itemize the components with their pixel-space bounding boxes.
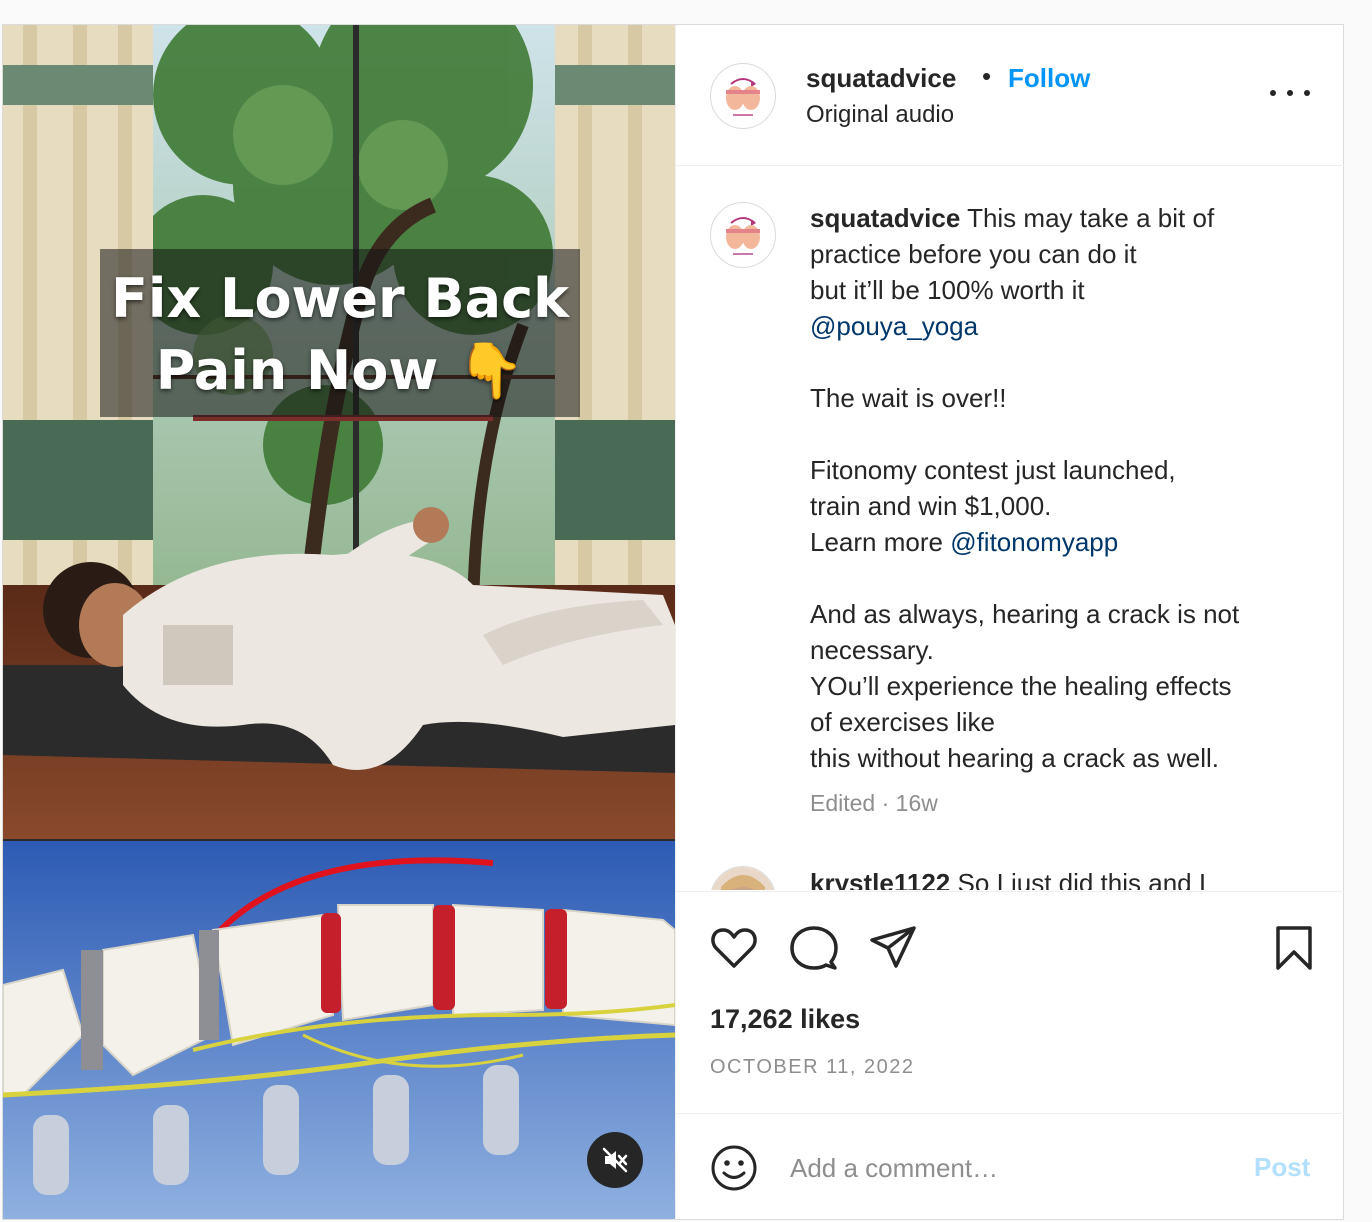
add-comment-bar: Post [676, 1113, 1344, 1220]
caption-line: And as always, hearing a crack is not [810, 599, 1240, 629]
caption-line: this without hearing a crack as well. [810, 743, 1219, 773]
caption-line: This may take a bit of [967, 203, 1215, 233]
more-options-icon[interactable] [1270, 81, 1310, 105]
bookmark-icon[interactable] [1268, 922, 1320, 974]
post-age[interactable]: 16w [896, 790, 938, 816]
post-side-panel: squatadvice • Follow Original audio squa… [675, 25, 1344, 1219]
audio-link[interactable]: Original audio [806, 101, 954, 129]
video-frame [3, 25, 675, 1219]
caption-line: train and win $1,000. [810, 491, 1052, 521]
post-header: squatadvice • Follow Original audio [676, 25, 1344, 166]
caption-line: Fitonomy contest just launched, [810, 455, 1176, 485]
mute-toggle-button[interactable] [587, 1132, 643, 1188]
caption-line: Learn more [810, 527, 951, 557]
video-caption-overlay: Fix Lower Back Pain Now 👇 [100, 249, 580, 417]
comment-input[interactable] [788, 1142, 1232, 1194]
caption-line: but it’ll be 100% worth it [810, 275, 1085, 305]
caption-line: of exercises like [810, 707, 995, 737]
caption-blank [810, 560, 1310, 596]
avatar[interactable] [710, 866, 776, 890]
comment-item: krystle1122 So I just did this and I [676, 866, 1344, 890]
caption-blank [810, 416, 1310, 452]
squatadvice-logo [712, 204, 774, 266]
caption-username[interactable]: squatadvice [810, 203, 960, 233]
mention-link[interactable]: @pouya_yoga [810, 308, 1310, 344]
comments-list[interactable]: squatadvice This may take a bit of pract… [676, 166, 1344, 890]
pointing-down-emoji: 👇 [457, 339, 525, 402]
share-icon[interactable] [868, 922, 920, 974]
comment-text: krystle1122 So I just did this and I [810, 868, 1206, 890]
meta-separator: · [875, 790, 896, 816]
follow-button[interactable]: Follow [1008, 63, 1090, 94]
caption-line: practice before you can do it [810, 239, 1137, 269]
speaker-muted-icon [602, 1147, 628, 1173]
caption-line: YOu’ll experience the healing effects [810, 671, 1232, 701]
caption-meta: Edited · 16w [810, 790, 938, 817]
video-player[interactable]: Fix Lower Back Pain Now 👇 [3, 25, 675, 1219]
squatadvice-logo [712, 65, 774, 127]
caption-blank [810, 344, 1310, 380]
caption-line: The wait is over!! [810, 383, 1007, 413]
avatar[interactable] [710, 202, 776, 268]
post-date[interactable]: OCTOBER 11, 2022 [710, 1056, 914, 1079]
emoji-icon[interactable] [710, 1144, 758, 1192]
comment-icon[interactable] [788, 922, 840, 974]
avatar[interactable] [710, 63, 776, 129]
action-bar: 17,262 likes OCTOBER 11, 2022 [676, 891, 1344, 1114]
user-avatar-image [711, 867, 775, 890]
post-comment-button[interactable]: Post [1254, 1152, 1310, 1183]
overlay-line-2-text: Pain Now [155, 339, 439, 402]
edited-label: Edited [810, 790, 876, 816]
caption-text: squatadvice This may take a bit of pract… [810, 200, 1310, 776]
overlay-line-2: Pain Now 👇 [100, 335, 580, 407]
heart-icon[interactable] [708, 922, 760, 974]
mention-link[interactable]: @fitonomyapp [950, 527, 1118, 557]
likes-count[interactable]: 17,262 likes [710, 1004, 860, 1035]
header-separator: • [982, 61, 992, 91]
comment-username[interactable]: krystle1122 [810, 868, 950, 890]
caption-line: necessary. [810, 635, 934, 665]
overlay-line-1: Fix Lower Back [111, 267, 569, 330]
post-dialog: Fix Lower Back Pain Now 👇 squatadvice • … [2, 24, 1344, 1220]
header-username[interactable]: squatadvice [806, 63, 956, 94]
comment-body: So I just did this and I [957, 868, 1207, 890]
